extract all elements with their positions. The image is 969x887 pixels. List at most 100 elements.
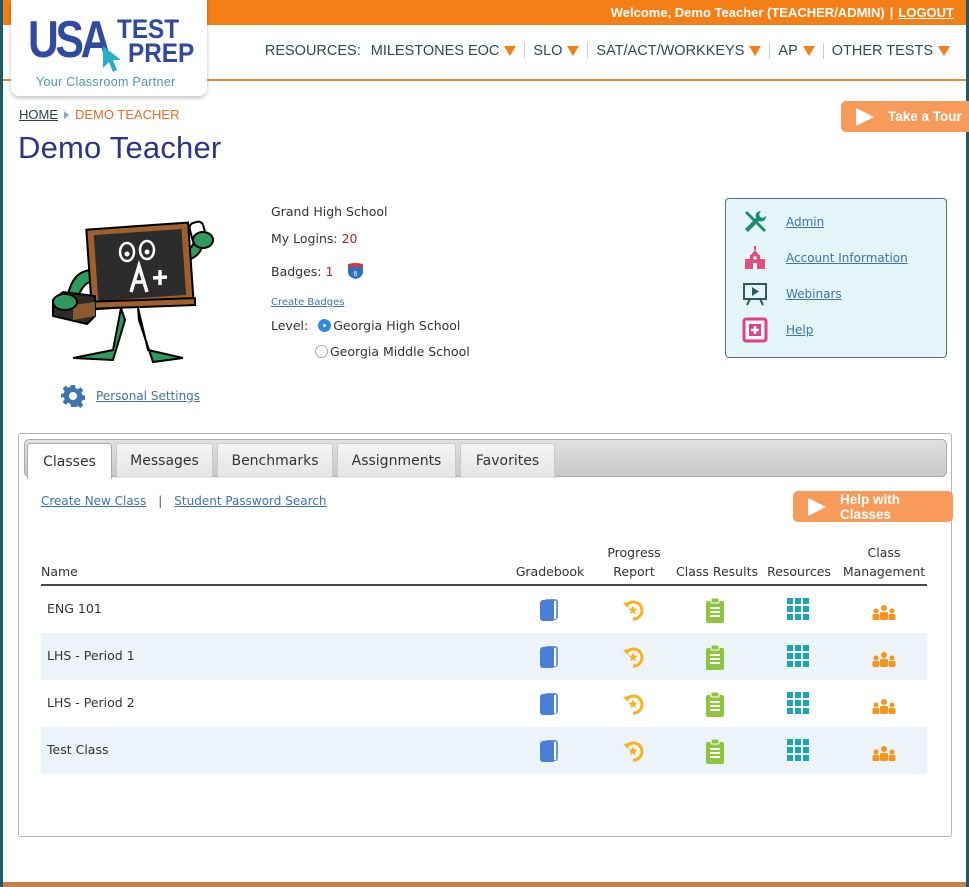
tools-icon [742, 209, 768, 235]
presentation-icon [742, 281, 768, 307]
header-class-management: Class Management [841, 543, 927, 581]
class-results-clipboard-icon[interactable] [705, 644, 725, 674]
gradebook-book-icon[interactable] [539, 645, 559, 672]
help-link[interactable]: Help [786, 323, 813, 337]
webinars-link[interactable]: Webinars [786, 287, 842, 301]
class-results-clipboard-icon[interactable] [705, 738, 725, 768]
class-management-group-icon[interactable] [872, 651, 896, 670]
resources-grid-icon[interactable] [787, 692, 809, 717]
progress-report-star-icon[interactable] [621, 645, 645, 672]
gradebook-book-icon[interactable] [539, 739, 559, 766]
level-option-high[interactable]: Georgia High School [318, 318, 460, 333]
welcome-area: Welcome, Demo Teacher (TEACHER/ADMIN) | LO… [611, 5, 954, 20]
nav-item-ap[interactable]: AP [778, 43, 815, 59]
page: Welcome, Demo Teacher (TEACHER/ADMIN) | LO… [3, 0, 969, 882]
progress-report-star-icon[interactable] [621, 598, 645, 625]
class-management-group-icon[interactable] [872, 698, 896, 717]
gradebook-book-icon[interactable] [539, 598, 559, 625]
nav-item-slo[interactable]: SLO [533, 43, 580, 59]
separator: | [158, 494, 163, 508]
logins-label: My Logins: [271, 231, 338, 246]
level-option-label: Georgia Middle School [330, 344, 470, 359]
account-information-link[interactable]: Account Information [786, 251, 908, 265]
class-results-clipboard-icon[interactable] [705, 691, 725, 721]
badges-count: 1 [325, 264, 334, 279]
resources-label: RESOURCES: [264, 43, 361, 59]
nav-item-label: SLO [533, 43, 563, 59]
level-option-label: Georgia High School [333, 318, 461, 333]
footer-bar [3, 882, 966, 887]
logout-link[interactable]: LOGOUT [898, 5, 954, 20]
quick-links-panel: Admin Account Information Webinars Help [725, 198, 947, 358]
logo-tagline: Your Classroom Partner [36, 75, 176, 89]
tab-bar: Classes Messages Benchmarks Assignments … [24, 439, 947, 479]
create-badges-link[interactable]: Create Badges [271, 297, 344, 308]
class-management-group-icon[interactable] [872, 745, 896, 764]
take-tour-button[interactable]: Take a Tour [841, 101, 969, 132]
radio-high-school[interactable] [318, 319, 332, 332]
interstate-badge-icon[interactable]: 6 [347, 262, 364, 280]
progress-report-star-icon[interactable] [621, 692, 645, 719]
create-new-class-link[interactable]: Create New Class [41, 494, 146, 508]
breadcrumb-current: DEMO TEACHER [75, 107, 180, 122]
personal-settings-link[interactable]: Personal Settings [96, 389, 200, 403]
level-option-middle[interactable]: Georgia Middle School [315, 344, 470, 359]
header-mgmt-line2: Management [842, 564, 926, 579]
class-name[interactable]: LHS - Period 2 [47, 695, 135, 710]
schoolhouse-icon [742, 245, 768, 271]
table-row: ENG 101 [41, 586, 927, 633]
take-tour-label: Take a Tour [888, 109, 962, 124]
header-resources: Resources [767, 564, 831, 579]
progress-report-star-icon[interactable] [621, 739, 645, 766]
tab-assignments[interactable]: Assignments [337, 443, 456, 478]
tab-messages[interactable]: Messages [116, 443, 213, 478]
nav-item-milestones[interactable]: MILESTONES EOC [371, 43, 517, 59]
svg-text:6: 6 [354, 271, 358, 278]
nav-item-sat-act-workkeys[interactable]: SAT/ACT/WORKKEYS [596, 43, 762, 59]
class-actions: Create New Class | Student Password Search [41, 494, 326, 508]
resources-grid-icon[interactable] [787, 739, 809, 764]
logins-row: My Logins: 20 [271, 231, 358, 246]
table-header: Name Gradebook Progress Report Class Res… [41, 543, 927, 586]
play-icon [808, 497, 826, 516]
gradebook-book-icon[interactable] [539, 692, 559, 719]
level-label: Level: [271, 318, 309, 333]
class-name[interactable]: Test Class [47, 742, 108, 757]
tab-benchmarks[interactable]: Benchmarks [217, 443, 333, 478]
class-management-group-icon[interactable] [872, 604, 896, 623]
class-name[interactable]: ENG 101 [47, 601, 102, 616]
admin-link[interactable]: Admin [786, 215, 824, 229]
resources-grid-icon[interactable] [787, 598, 809, 623]
quicklink-account-information[interactable]: Account Information [742, 245, 908, 271]
dropdown-triangle-icon [567, 46, 580, 56]
header-name: Name [41, 564, 78, 579]
quicklink-help[interactable]: Help [742, 317, 813, 343]
nav-item-label: OTHER TESTS [831, 43, 933, 59]
tab-classes[interactable]: Classes [27, 443, 112, 479]
classes-table: Name Gradebook Progress Report Class Res… [41, 543, 927, 774]
quicklink-admin[interactable]: Admin [742, 209, 824, 235]
class-name[interactable]: LHS - Period 1 [47, 648, 135, 663]
personal-settings[interactable]: Personal Settings [61, 384, 200, 408]
class-results-clipboard-icon[interactable] [705, 597, 725, 627]
breadcrumb-home[interactable]: HOME [19, 107, 58, 122]
student-password-search-link[interactable]: Student Password Search [174, 494, 326, 508]
gear-icon [61, 385, 85, 408]
header-progress-line1: Progress [607, 545, 661, 560]
help-with-classes-button[interactable]: Help with Classes [793, 491, 953, 522]
resources-grid-icon[interactable] [787, 645, 809, 670]
nav-item-label: MILESTONES EOC [370, 43, 500, 59]
nav-divider [769, 43, 771, 59]
nav-item-other-tests[interactable]: OTHER TESTS [832, 43, 950, 59]
create-badges-row: Create Badges [271, 293, 344, 308]
table-row: LHS - Period 2 [41, 680, 927, 727]
nav-item-label: SAT/ACT/WORKKEYS [596, 43, 745, 59]
header-progress-line2: Report [613, 564, 655, 579]
quicklink-webinars[interactable]: Webinars [742, 281, 842, 307]
dropdown-triangle-icon [749, 46, 762, 56]
tab-favorites[interactable]: Favorites [460, 443, 555, 478]
radio-middle-school[interactable] [315, 345, 328, 358]
usatestprep-logo[interactable]: USA TEST PREP Your Classroom Partner [11, 0, 207, 96]
logo-prep: PREP [128, 38, 195, 68]
breadcrumb: HOME DEMO TEACHER [19, 107, 180, 122]
